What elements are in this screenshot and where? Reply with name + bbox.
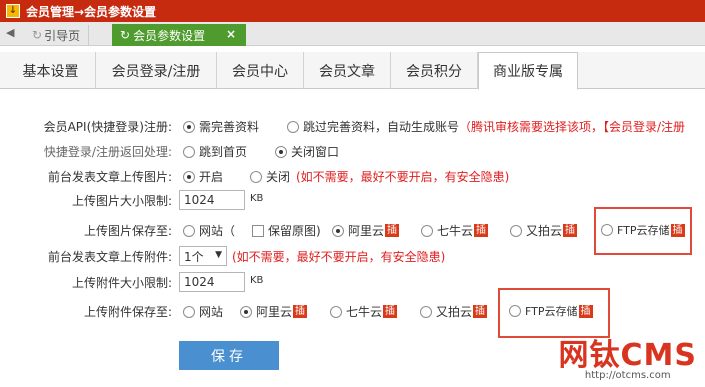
brand-logo-text: 网钛CMS bbox=[558, 338, 697, 373]
plugin-badge: 插 bbox=[578, 304, 593, 318]
chevron-down-icon: ▼ bbox=[215, 250, 222, 260]
return-opt-close-label: 关闭窗口 bbox=[291, 145, 340, 159]
keep-original-label: 保留原图) bbox=[268, 224, 321, 238]
nav-tab-guide-label: 引导页 bbox=[44, 28, 81, 43]
image-save-upyun-label: 又拍云 bbox=[526, 224, 563, 238]
nav-tab-member-settings[interactable]: ↻ 会员参数设置 × bbox=[112, 24, 246, 46]
radio[interactable] bbox=[287, 120, 299, 133]
left-arrow-icon[interactable]: ◀ bbox=[6, 26, 14, 39]
file-save-qiniu[interactable]: 七牛云插 bbox=[330, 303, 398, 320]
upload-image-off-label: 关闭 bbox=[266, 170, 291, 184]
radio[interactable] bbox=[330, 305, 342, 318]
radio[interactable] bbox=[250, 170, 262, 183]
return-opt-home[interactable]: 跳到首页 bbox=[183, 143, 247, 160]
refresh-icon: ↻ bbox=[32, 28, 43, 42]
return-opt-close[interactable]: 关闭窗口 bbox=[275, 143, 339, 160]
upload-image-note: (如不需要，最好不要开启，有安全隐患) bbox=[296, 170, 510, 184]
upload-image-label: 前台发表文章上传图片: bbox=[47, 170, 172, 184]
upload-image-on[interactable]: 开启 bbox=[183, 168, 223, 185]
file-save-upyun[interactable]: 又拍云插 bbox=[420, 303, 488, 320]
upload-file-select-value: 1个 bbox=[184, 249, 204, 264]
api-opt-complete-label: 需完善资料 bbox=[199, 120, 260, 134]
radio[interactable] bbox=[183, 305, 195, 318]
return-label: 快捷登录/注册返回处理: bbox=[43, 145, 172, 159]
tab-member-center[interactable]: 会员中心 bbox=[217, 52, 304, 89]
file-save-ftp-label: FTP云存储 bbox=[525, 305, 578, 318]
upload-image-on-label: 开启 bbox=[199, 170, 224, 184]
upload-file-select[interactable]: 1个 ▼ bbox=[179, 246, 227, 266]
image-save-qiniu-label: 七牛云 bbox=[437, 224, 474, 238]
file-save-label: 上传附件保存至: bbox=[83, 305, 172, 319]
file-save-aliyun-label: 阿里云 bbox=[256, 305, 293, 319]
radio-checked[interactable] bbox=[183, 170, 195, 183]
file-save-site[interactable]: 网站 bbox=[183, 303, 223, 320]
keep-original-checkbox[interactable]: 保留原图) bbox=[252, 222, 321, 239]
image-size-input[interactable]: 1024 bbox=[179, 190, 245, 210]
plugin-badge: 插 bbox=[670, 223, 685, 237]
tab-member-points[interactable]: 会员积分 bbox=[391, 52, 478, 89]
file-save-site-label: 网站 bbox=[199, 305, 224, 319]
image-save-aliyun[interactable]: 阿里云插 bbox=[332, 222, 400, 239]
download-icon: ↓ bbox=[6, 4, 20, 18]
file-save-upyun-label: 又拍云 bbox=[436, 305, 473, 319]
brand-watermark: 网钛CMS http://otcms.com bbox=[559, 330, 697, 381]
plugin-badge: 插 bbox=[563, 224, 578, 237]
plugin-badge: 插 bbox=[385, 224, 400, 237]
radio-checked[interactable] bbox=[275, 145, 287, 158]
save-button[interactable]: 保存 bbox=[179, 341, 279, 370]
close-icon[interactable]: × bbox=[226, 27, 236, 41]
image-save-ftp[interactable]: FTP云存储插 bbox=[601, 222, 685, 238]
image-size-label: 上传图片大小限制: bbox=[71, 194, 172, 208]
file-save-qiniu-label: 七牛云 bbox=[346, 305, 383, 319]
api-register-label: 会员API(快捷登录)注册: bbox=[43, 120, 172, 134]
image-save-aliyun-label: 阿里云 bbox=[348, 224, 385, 238]
refresh-icon: ↻ bbox=[120, 28, 131, 42]
api-note: （腾讯审核需要选择该项，【会员登录/注册 bbox=[459, 120, 686, 134]
tab-commercial[interactable]: 商业版专属 bbox=[478, 52, 578, 90]
image-save-site[interactable]: 网站（ bbox=[183, 222, 235, 239]
nav-tab-guide[interactable]: ↻ 引导页 bbox=[24, 25, 90, 45]
file-size-unit: KB bbox=[250, 275, 264, 286]
file-size-label: 上传附件大小限制: bbox=[71, 276, 172, 290]
radio[interactable] bbox=[420, 305, 432, 318]
radio-checked[interactable] bbox=[240, 305, 252, 318]
image-size-unit: KB bbox=[250, 193, 264, 204]
radio[interactable] bbox=[183, 145, 195, 158]
plugin-badge: 插 bbox=[473, 305, 488, 318]
tab-member-articles[interactable]: 会员文章 bbox=[304, 52, 391, 89]
radio[interactable] bbox=[601, 224, 613, 236]
tab-basic[interactable]: 基本设置 bbox=[6, 52, 96, 89]
image-save-upyun[interactable]: 又拍云插 bbox=[510, 222, 578, 239]
image-save-ftp-label: FTP云存储 bbox=[617, 224, 670, 237]
file-save-ftp[interactable]: FTP云存储插 bbox=[509, 303, 593, 319]
radio[interactable] bbox=[421, 224, 433, 237]
plugin-badge: 插 bbox=[293, 305, 308, 318]
window-titlebar: ↓ 会员管理→会员参数设置 bbox=[0, 0, 705, 22]
image-save-site-label: 网站（ bbox=[199, 224, 236, 238]
nav-bar: ◀ ↻ 引导页 ↻ 会员参数设置 × bbox=[0, 22, 705, 46]
upload-file-label: 前台发表文章上传附件: bbox=[47, 250, 172, 264]
radio[interactable] bbox=[183, 224, 195, 237]
window-title: 会员管理→会员参数设置 bbox=[26, 4, 157, 19]
file-size-input[interactable]: 1024 bbox=[179, 272, 245, 292]
file-save-aliyun[interactable]: 阿里云插 bbox=[240, 303, 308, 320]
radio[interactable] bbox=[509, 305, 521, 317]
api-opt-skip[interactable]: 跳过完善资料，自动生成账号 bbox=[287, 118, 459, 135]
plugin-badge: 插 bbox=[383, 305, 398, 318]
image-save-qiniu[interactable]: 七牛云插 bbox=[421, 222, 489, 239]
settings-tabs: 基本设置 会员登录/注册 会员中心 会员文章 会员积分 商业版专属 bbox=[0, 52, 705, 90]
api-opt-complete[interactable]: 需完善资料 bbox=[183, 118, 259, 135]
return-opt-home-label: 跳到首页 bbox=[199, 145, 248, 159]
radio-checked[interactable] bbox=[183, 120, 195, 133]
plugin-badge: 插 bbox=[474, 224, 489, 237]
radio-checked[interactable] bbox=[332, 224, 344, 237]
upload-image-off[interactable]: 关闭 bbox=[250, 168, 290, 185]
image-save-label: 上传图片保存至: bbox=[83, 224, 172, 238]
nav-tab-member-settings-label: 会员参数设置 bbox=[133, 28, 206, 43]
api-opt-skip-label: 跳过完善资料，自动生成账号 bbox=[303, 120, 460, 134]
radio[interactable] bbox=[510, 224, 522, 237]
checkbox[interactable] bbox=[252, 224, 264, 237]
tab-login-register[interactable]: 会员登录/注册 bbox=[96, 52, 217, 89]
upload-file-note: (如不需要，最好不要开启，有安全隐患) bbox=[232, 250, 446, 264]
